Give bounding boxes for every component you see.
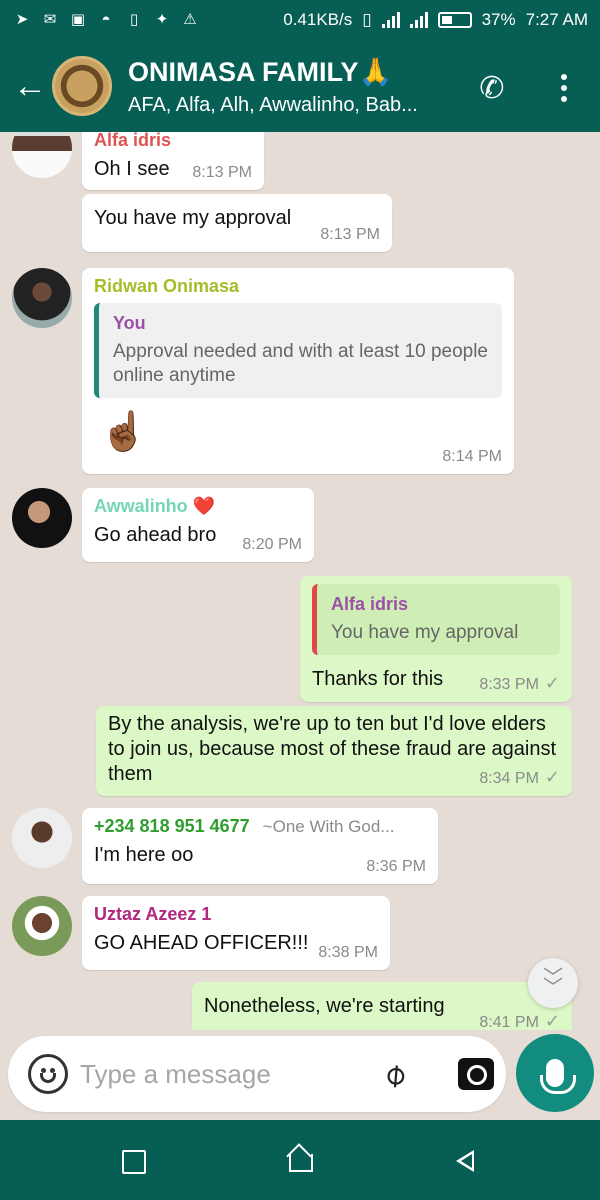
quoted-text: Approval needed and with at least 10 peo… [113,341,488,386]
message-time: 8:38 PM [318,944,378,961]
message-bubble[interactable]: You have my approval 8:13 PM [82,194,392,252]
message-sender: Ridwan Onimasa [94,276,240,296]
message-time-label: 8:34 PM [479,770,539,787]
recent-apps-icon[interactable] [116,1144,150,1178]
message-input[interactable] [80,1054,360,1094]
notification-icons: ➤ ✉ ▣ ◓ ▯ ✦ ⚠ [12,11,200,29]
twitter-icon: ✦ [155,11,169,28]
quoted-text: You have my approval [331,622,519,643]
add-call-icon[interactable]: ✆ [472,68,512,108]
message-sender: Uztaz Azeez 1 [94,904,212,924]
message-time: 8:41 PM ✓ [479,1011,560,1030]
system-nav-bar [0,1120,600,1200]
incognito-icon: ◓ [101,11,111,28]
signal-icon [381,12,400,28]
avatar[interactable] [12,268,72,328]
avatar[interactable] [12,132,72,178]
quoted-message[interactable]: You Approval needed and with at least 10… [94,303,502,398]
attach-icon[interactable]: ⌀ [366,1046,422,1102]
battery-icon [437,12,472,28]
message-bubble[interactable]: Uztaz Azeez 1 GO AHEAD OFFICER!!! 8:38 P… [82,896,390,970]
message-bubble[interactable]: +234 818 951 4677 ~One With God... I'm h… [82,808,438,884]
mail-icon: ✉ [43,11,57,28]
sent-check-icon: ✓ [544,767,560,787]
chat-header: ← ONIMASA FAMILY🙏 AFA, Alfa, Alh, Awwali… [0,40,600,132]
group-title: ONIMASA FAMILY🙏 [128,56,393,87]
gallery-icon: ▣ [70,11,86,28]
chat-info[interactable]: ONIMASA FAMILY🙏 AFA, Alfa, Alh, Awwalinh… [128,56,448,117]
scroll-down-button[interactable]: ﹀ ﹀ [528,958,578,1008]
vibrate-icon: ▯ [362,10,372,29]
quoted-message[interactable]: Alfa idris You have my approval [312,584,560,655]
message-bubble[interactable]: By the analysis, we're up to ten but I'd… [96,706,572,796]
microphone-icon [540,1059,576,1094]
message-time: 8:14 PM [442,448,502,465]
message-bubble[interactable]: Awwalinho ❤️ Go ahead bro 8:20 PM [82,488,314,562]
camera-icon[interactable] [458,1058,494,1090]
signal-2-icon [409,12,428,28]
message-sender: Awwalinho ❤️ [94,496,216,516]
message-time: 8:36 PM [366,858,426,875]
more-options-icon[interactable] [544,68,584,108]
status-bar: ➤ ✉ ▣ ◓ ▯ ✦ ⚠ 0.41KB/s ▯ 37% 7:27 AM [0,0,600,40]
emoji-icon[interactable] [28,1054,68,1094]
message-time: 8:13 PM [192,164,252,181]
battery-percent: 37% [481,10,516,29]
message-bubble[interactable]: Alfa idris Oh I see 8:13 PM [82,132,264,190]
message-time-label: 8:33 PM [479,676,539,693]
net-speed: 0.41KB/s [283,10,353,29]
back-icon[interactable] [450,1144,484,1178]
home-icon[interactable] [283,1144,317,1178]
quoted-sender: You [113,313,146,333]
message-sender: Alfa idris [94,132,172,150]
sent-check-icon: ✓ [544,673,560,693]
message-sender-number: +234 818 951 4677 [94,816,250,836]
message-compose-bar: ⌀ [8,1036,506,1112]
quoted-sender: Alfa idris [331,594,409,614]
avatar[interactable] [12,896,72,956]
telegram-icon: ➤ [15,11,29,28]
message-sender: +234 818 951 4677 ~One With God... [94,816,426,837]
message-time: 8:33 PM ✓ [479,673,560,694]
message-bubble[interactable]: Ridwan Onimasa You Approval needed and w… [82,268,514,474]
message-bubble[interactable]: Nonetheless, we're starting 8:41 PM ✓ [192,982,572,1030]
chat-area[interactable]: Alfa idris Oh I see 8:13 PM You have my … [0,132,600,1030]
voice-record-button[interactable] [516,1034,594,1112]
message-time-label: 8:41 PM [479,1014,539,1030]
message-time: 8:13 PM [320,226,380,243]
sim-icon: ▯ [129,11,139,28]
sender-push-name: ~One With God... [262,817,395,836]
message-bubble[interactable]: Alfa idris You have my approval Thanks f… [300,576,572,702]
group-avatar[interactable] [52,56,112,116]
group-members: AFA, Alfa, Alh, Awwalinho, Bab... [128,93,418,116]
clock: 7:27 AM [525,10,588,29]
avatar[interactable] [12,488,72,548]
sent-check-icon: ✓ [544,1011,560,1030]
avatar[interactable] [12,808,72,868]
warning-icon: ⚠ [183,11,197,28]
message-time: 8:34 PM ✓ [479,767,560,788]
message-time: 8:20 PM [242,536,302,553]
back-arrow-icon[interactable]: ← [8,69,52,103]
